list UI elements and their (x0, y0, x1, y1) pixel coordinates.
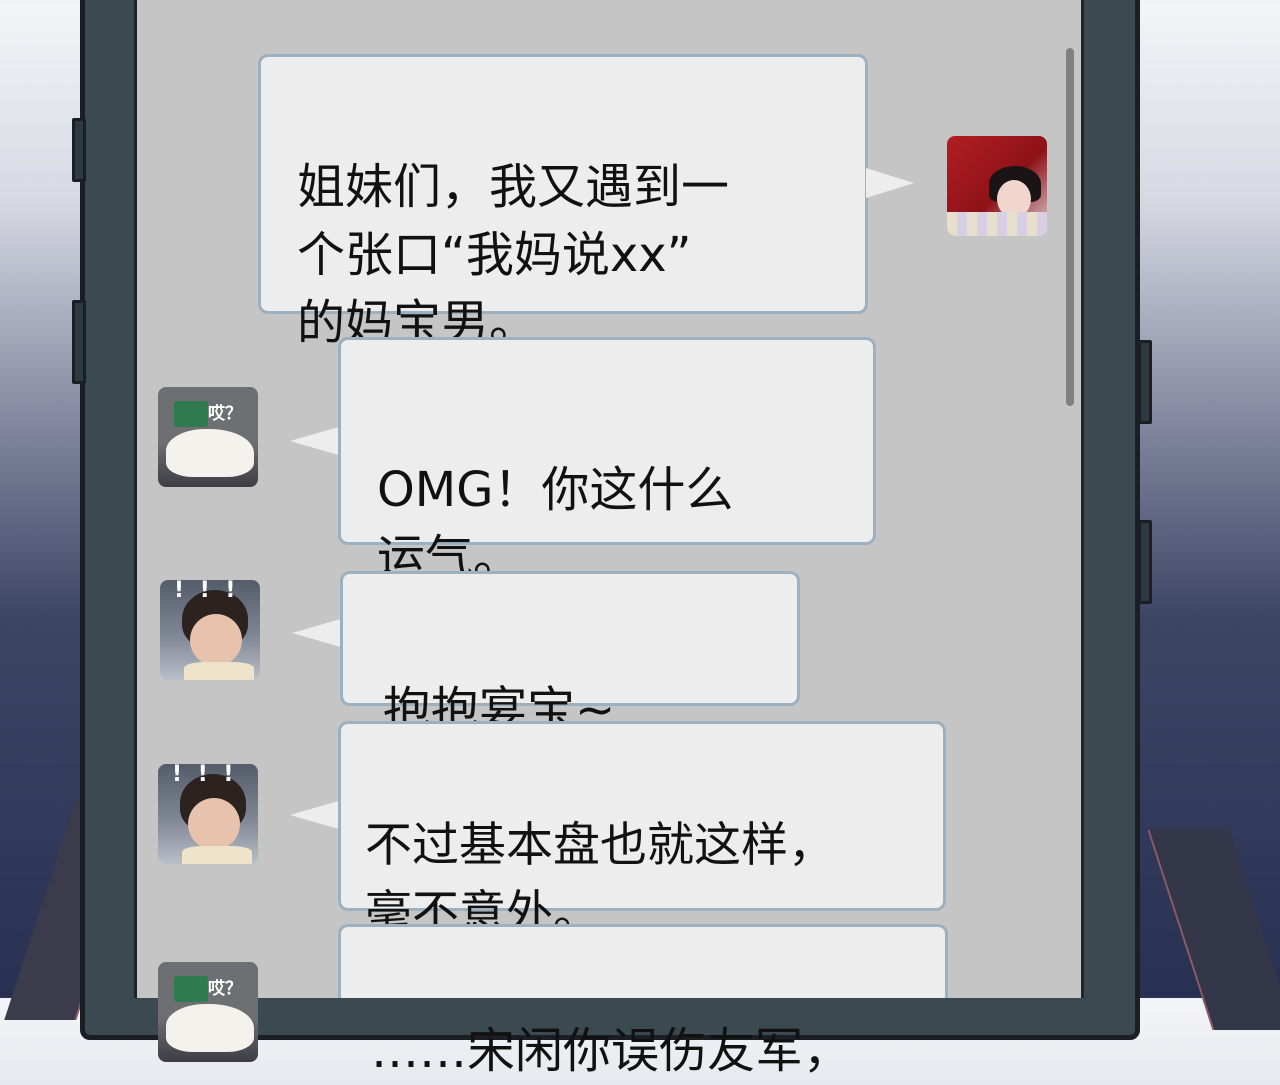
bubble-tail (290, 800, 342, 830)
phone-side-button-right-2 (1138, 520, 1152, 604)
message-text: ……宋闲你误伤友军， (371, 1023, 852, 1079)
avatar-marks: ! ! ! (172, 764, 238, 787)
bubble-tail (866, 168, 914, 198)
message-bubble-outgoing[interactable]: 姐妹们，我又遇到一 个张口“我妈说xx” 的妈宝男。 (258, 54, 868, 351)
avatar-dog[interactable]: 哎？ (158, 962, 258, 1062)
message-bubble-incoming[interactable]: 抱抱宴宝~ (340, 571, 800, 738)
message-bubble-incoming[interactable]: 不过基本盘也就这样， 毫不意外。 (338, 721, 946, 941)
avatar-baby[interactable]: ! ! ! (158, 764, 258, 864)
avatar-marks: ! ! ! (174, 580, 240, 603)
avatar-baby[interactable]: ! ! ! (160, 580, 260, 680)
background-curtain-right (1147, 830, 1280, 1030)
bubble-tail (292, 618, 344, 648)
avatar-caption: 哎？ (208, 979, 242, 999)
avatar-caption: 哎？ (208, 404, 242, 424)
phone-side-button-left (72, 118, 86, 182)
bubble-tail (290, 426, 342, 456)
message-bubble-incoming[interactable]: OMG！你这什么 运气。 (338, 337, 876, 586)
phone-side-button-right (1138, 340, 1152, 424)
phone-side-button-left-2 (72, 300, 86, 384)
message-bubble-incoming[interactable]: ……宋闲你误伤友军， (338, 924, 948, 1079)
avatar-self[interactable] (947, 136, 1047, 236)
chat-scrollbar[interactable] (1066, 48, 1074, 406)
avatar-dog[interactable]: 哎？ (158, 387, 258, 487)
